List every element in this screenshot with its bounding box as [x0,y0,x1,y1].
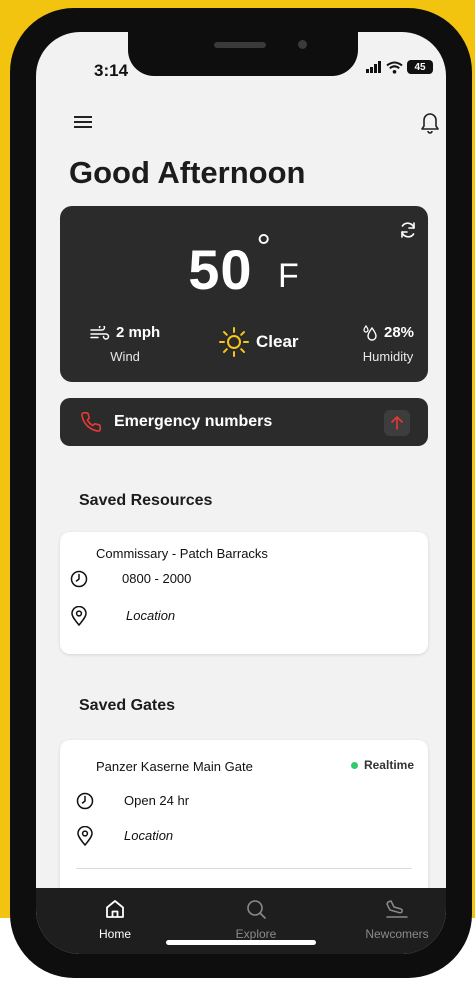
temperature-display: 50 °F [60,226,428,302]
humidity-value: 28% [384,324,415,341]
bottom-tab-bar: Home Explore Newcomers [36,888,446,954]
resource-hours-row: 0800 - 2000 [70,570,191,588]
realtime-label: Realtime [363,758,414,772]
tab-explore-label: Explore [235,927,277,941]
expand-emergency-button[interactable] [384,410,410,436]
resource-location-link[interactable]: Location [126,608,175,623]
humidity-info: 28% Humidity [362,324,414,364]
gate-location-link[interactable]: Location [124,828,173,843]
tab-newcomers-label: Newcomers [365,927,429,941]
gate-hours-row: Open 24 hr [76,792,189,810]
emergency-numbers-button[interactable]: Emergency numbers [60,398,428,446]
humidity-icon [363,324,377,341]
gate-hours: Open 24 hr [124,793,190,808]
condition-info: Clear [218,326,299,358]
bell-icon[interactable] [420,110,440,134]
temperature-unit: F [277,257,300,295]
phone-frame: 3:14 45 Good Afternoon 50 °F 2 mph Wind … [10,8,472,978]
wifi-icon [386,61,403,74]
weather-card: 50 °F 2 mph Wind Clear 28% Humidity [60,206,428,382]
tab-home[interactable]: Home [70,898,160,941]
location-pin-icon [77,826,93,846]
home-indicator [166,940,316,945]
tab-explore[interactable]: Explore [211,898,301,941]
realtime-dot [350,761,358,769]
signal-icon [366,61,381,73]
sun-icon [219,327,249,357]
realtime-status: Realtime [350,758,414,772]
tab-home-label: Home [98,927,131,941]
arrow-up-icon [391,416,403,430]
degree-symbol: ° [256,226,272,267]
condition-value: Clear [256,332,299,351]
humidity-label: Humidity [362,349,414,364]
status-time: 3:14 [94,61,129,80]
resource-hours: 0800 - 2000 [122,571,192,586]
clock-icon [70,570,88,588]
phone-icon [81,412,101,432]
wind-icon [90,325,110,340]
page-title: Good Afternoon [69,155,306,190]
wind-info: 2 mph Wind [90,324,160,364]
stage: 3:14 45 Good Afternoon 50 °F 2 mph Wind … [0,0,475,982]
app-screen: 3:14 45 Good Afternoon 50 °F 2 mph Wind … [36,32,446,954]
saved-resources-title: Saved Resources [79,492,213,509]
plane-landing-icon [386,900,408,918]
gate-name: Panzer Kaserne Main Gate [96,759,253,774]
speaker [214,42,266,48]
search-icon [247,900,266,919]
saved-gates-title: Saved Gates [79,697,176,714]
menu-icon[interactable] [74,115,92,129]
resource-name: Commissary - Patch Barracks [96,546,268,561]
clock-icon [76,792,94,810]
emergency-label: Emergency numbers [114,413,273,430]
gate-location-row: Location [76,826,173,846]
card-divider [76,868,412,869]
front-camera [298,40,307,49]
battery-icon: 45 [407,60,433,74]
tab-newcomers[interactable]: Newcomers [352,898,442,941]
temperature-value: 50 [188,238,253,301]
location-pin-icon [71,606,87,626]
home-icon [106,900,124,918]
status-icons: 45 [366,60,433,74]
notch [128,32,358,76]
saved-resource-card[interactable]: Commissary - Patch Barracks 0800 - 2000 … [60,532,428,654]
resource-location-row: Location [70,606,175,626]
wind-value: 2 mph [116,324,161,341]
wind-label: Wind [110,349,140,364]
